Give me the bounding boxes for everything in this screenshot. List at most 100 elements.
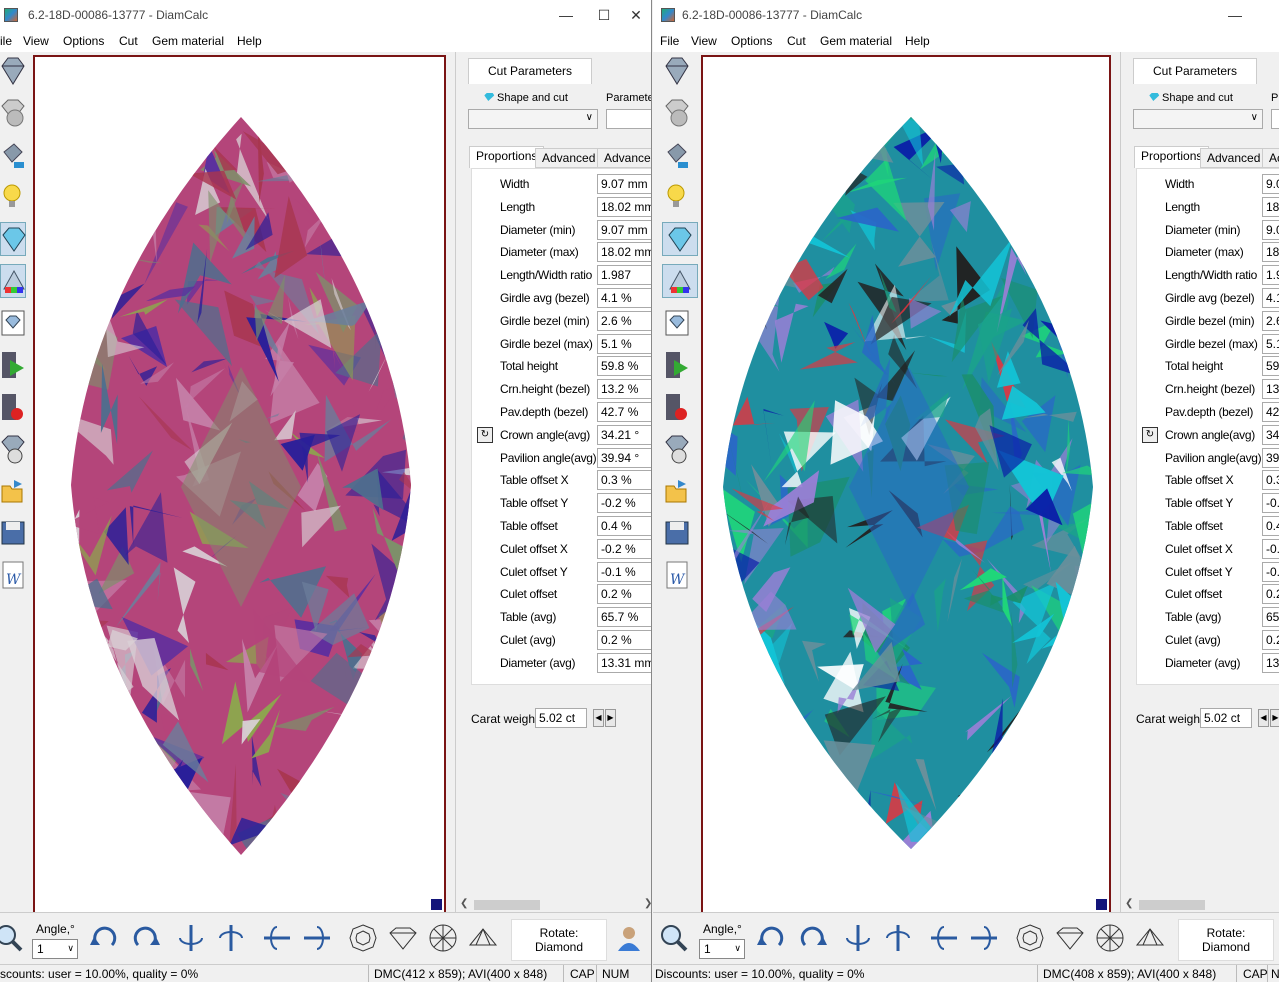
param-value-field[interactable]: 18.02 mm: [597, 242, 651, 263]
close-button[interactable]: ✕: [614, 4, 651, 26]
menu-options[interactable]: Options: [63, 34, 104, 48]
param-value-field[interactable]: 59: [1262, 356, 1279, 377]
param-value-field[interactable]: 39: [1262, 447, 1279, 468]
rotate-ccw-icon[interactable]: [130, 923, 160, 953]
param-value-field[interactable]: 13.2 %: [597, 379, 651, 400]
paint-bucket-icon[interactable]: [664, 138, 690, 172]
spectrum-icon[interactable]: [0, 264, 26, 298]
tab-advanced-2[interactable]: Ac: [1262, 148, 1279, 168]
profile-view-icon[interactable]: [468, 923, 498, 953]
tab-proportions[interactable]: Proportions: [469, 146, 545, 168]
zoom-icon[interactable]: [659, 923, 689, 953]
shape-select[interactable]: ∨: [1133, 109, 1263, 129]
param-value-field[interactable]: 42.7 %: [597, 402, 651, 422]
diamond-view-icon[interactable]: [0, 54, 26, 88]
zoom-icon[interactable]: [0, 923, 24, 953]
menu-help[interactable]: Help: [237, 34, 262, 48]
scroll-left-icon[interactable]: ❮: [1125, 898, 1133, 909]
flip-vertical-reverse-icon[interactable]: [969, 923, 999, 953]
tab-cut-parameters[interactable]: Cut Parameters: [468, 58, 592, 84]
diamond-glow-icon[interactable]: [662, 222, 698, 256]
param-value-field[interactable]: 0.3: [1262, 470, 1279, 491]
minimize-button[interactable]: —: [1213, 4, 1257, 26]
param-value-field[interactable]: 5.1 %: [597, 333, 651, 354]
gem-sphere-icon[interactable]: [664, 96, 690, 130]
param-value-field[interactable]: -0.: [1262, 493, 1279, 514]
carat-decrease-button[interactable]: ◀: [1258, 709, 1269, 727]
video-record-icon[interactable]: [0, 390, 26, 424]
horizontal-scrollbar[interactable]: ❮: [1121, 898, 1279, 912]
rotate-ccw-icon[interactable]: [797, 923, 827, 953]
angle-lock-icon[interactable]: ↻: [1142, 426, 1158, 443]
scroll-thumb[interactable]: [474, 900, 540, 910]
param-value-field[interactable]: 5.1: [1262, 333, 1279, 354]
param-value-field[interactable]: -0.2 %: [597, 493, 651, 514]
flip-horizontal-icon[interactable]: [843, 923, 873, 953]
param-value-field[interactable]: 4.1 %: [597, 288, 651, 308]
viewport-resize-handle[interactable]: [431, 899, 442, 910]
param-value-field[interactable]: -0.1 %: [597, 561, 651, 582]
viewport-resize-handle[interactable]: [1096, 899, 1107, 910]
flip-vertical-icon[interactable]: [929, 923, 959, 953]
carat-weight-field[interactable]: 5.02 ct: [1200, 708, 1252, 728]
param-value-field[interactable]: 9.0: [1262, 219, 1279, 240]
param-value-field[interactable]: 1.987: [597, 265, 651, 286]
horizontal-scrollbar[interactable]: ❮ ❯: [456, 898, 651, 912]
param-value-field[interactable]: 0.2: [1262, 584, 1279, 605]
bottom-view-icon[interactable]: [1095, 923, 1125, 953]
gem-sphere-icon[interactable]: [0, 96, 26, 130]
param-value-field[interactable]: 18.02 mm: [597, 196, 651, 217]
diamond-film-icon[interactable]: [0, 432, 26, 466]
diamond-viewport[interactable]: [701, 55, 1111, 914]
param-value-field[interactable]: 34.21 °: [597, 424, 651, 445]
tab-advanced[interactable]: Advanced: [1200, 148, 1268, 168]
open-folder-icon[interactable]: [0, 474, 26, 508]
param-value-field[interactable]: 9.07 mm: [597, 174, 651, 194]
diamond-film-icon[interactable]: [664, 432, 690, 466]
rotate-cw-icon[interactable]: [90, 923, 120, 953]
user-settings-icon[interactable]: [614, 923, 644, 953]
diamond-viewport[interactable]: [33, 55, 446, 914]
carat-weight-field[interactable]: 5.02 ct: [535, 708, 587, 728]
video-record-icon[interactable]: [664, 390, 690, 424]
param-value-field[interactable]: 34: [1262, 424, 1279, 445]
param-value-field[interactable]: 65.7 %: [597, 607, 651, 628]
rotate-diamond-button[interactable]: Rotate: Diamond: [1178, 919, 1274, 961]
param-value-field[interactable]: 4.1: [1262, 288, 1279, 308]
angle-select[interactable]: 1 ∨: [32, 939, 78, 959]
shape-select[interactable]: ∨: [468, 109, 598, 129]
top-view-icon[interactable]: [348, 923, 378, 953]
param-value-field[interactable]: 2.6: [1262, 310, 1279, 331]
param-value-field[interactable]: 18: [1262, 242, 1279, 263]
menu-gem-material[interactable]: Gem material: [820, 34, 892, 48]
carat-decrease-button[interactable]: ◀: [593, 709, 604, 727]
scroll-right-icon[interactable]: ❯: [644, 898, 651, 909]
parameters-field[interactable]: [606, 109, 651, 129]
diamond-frame-icon[interactable]: [664, 306, 690, 340]
scroll-thumb[interactable]: [1139, 900, 1205, 910]
menu-cut[interactable]: Cut: [787, 34, 806, 48]
scroll-left-icon[interactable]: ❮: [460, 898, 468, 909]
param-value-field[interactable]: 0.2 %: [597, 630, 651, 650]
param-value-field[interactable]: 0.2 %: [597, 584, 651, 605]
param-value-field[interactable]: 0.3 %: [597, 470, 651, 491]
menu-view[interactable]: View: [691, 34, 717, 48]
video-play-icon[interactable]: [0, 348, 26, 382]
carat-increase-button[interactable]: ▶: [1270, 709, 1279, 727]
flip-horizontal-reverse-icon[interactable]: [883, 923, 913, 953]
rotate-cw-icon[interactable]: [757, 923, 787, 953]
param-value-field[interactable]: 42: [1262, 402, 1279, 422]
profile-view-icon[interactable]: [1135, 923, 1165, 953]
tab-advanced-2[interactable]: Advanced: [597, 148, 651, 168]
param-value-field[interactable]: 9.07 mm: [597, 219, 651, 240]
param-value-field[interactable]: 2.6 %: [597, 310, 651, 331]
angle-select[interactable]: 1 ∨: [699, 939, 745, 959]
flip-horizontal-reverse-icon[interactable]: [216, 923, 246, 953]
diamond-view-icon[interactable]: [664, 54, 690, 88]
param-value-field[interactable]: 65: [1262, 607, 1279, 628]
param-value-field[interactable]: 0.4 %: [597, 516, 651, 536]
param-value-field[interactable]: -0.2 %: [597, 538, 651, 559]
save-icon[interactable]: [664, 516, 690, 550]
angle-lock-icon[interactable]: ↻: [477, 426, 493, 443]
param-value-field[interactable]: 9.0: [1262, 174, 1279, 194]
